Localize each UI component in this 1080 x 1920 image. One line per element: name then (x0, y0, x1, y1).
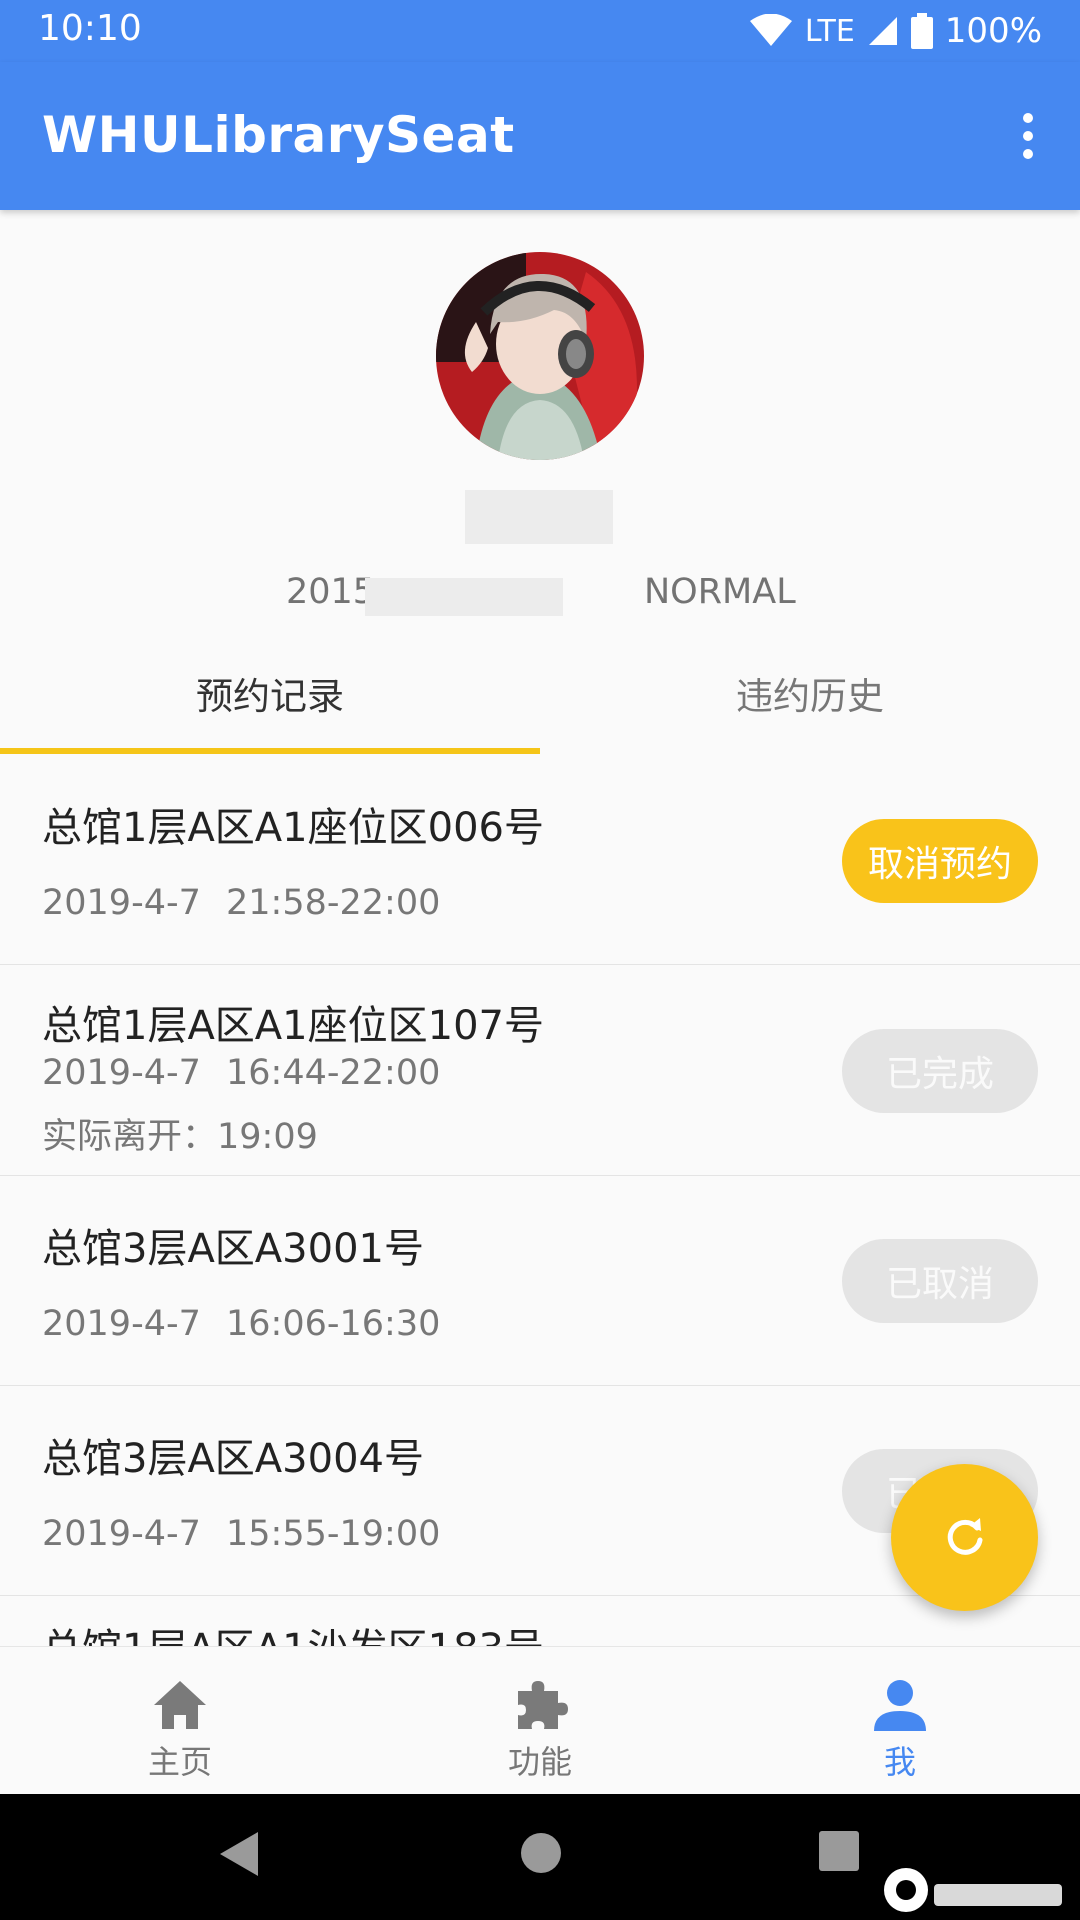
nav-item-me[interactable]: 我 (720, 1647, 1080, 1795)
status-badge: 已取消 (842, 1239, 1038, 1323)
list-item[interactable]: 总馆3层A区A3001号 2019-4-7 16:06-16:30 已取消 (0, 1176, 1080, 1386)
overflow-menu-button[interactable] (1004, 104, 1052, 168)
record-time: 2019-4-7 21:58-22:00 (42, 883, 441, 923)
battery-icon (910, 13, 933, 49)
student-id-redacted (365, 578, 563, 616)
battery-level: 100% (944, 11, 1042, 51)
record-location: 总馆3层A区A3004号 (42, 1436, 424, 1482)
nav-label: 主页 (147, 1743, 212, 1781)
home-icon (150, 1677, 210, 1733)
record-time: 2019-4-7 15:55-19:00 (42, 1514, 441, 1554)
record-time: 2019-4-7 16:44-22:00 (42, 1053, 441, 1093)
overflow-dot (1023, 149, 1033, 159)
home-button[interactable] (519, 1831, 563, 1879)
status-bar: 10:10 LTE 100% (0, 0, 1080, 62)
record-time: 2019-4-7 16:06-16:30 (42, 1304, 441, 1344)
app-title: WHULibrarySeat (42, 106, 515, 164)
overflow-dot (1023, 131, 1033, 141)
app-bar: WHULibrarySeat (0, 62, 1080, 210)
record-location: 总馆1层A区A1座位区006号 (42, 805, 544, 851)
status-time: 10:10 (38, 8, 142, 49)
puzzle-icon (510, 1677, 570, 1733)
refresh-button[interactable] (891, 1464, 1038, 1611)
record-location: 总馆3层A区A3001号 (42, 1226, 424, 1272)
tab-indicator (0, 748, 540, 754)
nav-item-functions[interactable]: 功能 (360, 1647, 720, 1795)
nav-item-home[interactable]: 主页 (0, 1647, 360, 1795)
system-navigation-bar (0, 1794, 1080, 1920)
tab-reservation-records[interactable]: 预约记录 (0, 666, 540, 720)
record-actual-leave: 实际离开：19:09 (42, 1117, 318, 1157)
status-indicators: LTE 100% (749, 6, 1042, 56)
list-item[interactable]: 总馆1层A区A1座位区006号 2019-4-7 21:58-22:00 取消预… (0, 755, 1080, 965)
wifi-icon (749, 14, 793, 48)
nav-label: 我 (883, 1743, 916, 1781)
overflow-dot (1023, 113, 1033, 123)
tab-violation-history[interactable]: 违约历史 (540, 666, 1080, 720)
cancel-reservation-button[interactable]: 取消预约 (842, 819, 1038, 903)
username-redacted (465, 490, 613, 544)
student-id: 2015 (286, 572, 376, 612)
cell-signal-icon (867, 15, 899, 47)
back-button[interactable] (216, 1828, 262, 1884)
avatar[interactable] (436, 252, 644, 460)
bottom-navigation: 主页 功能 我 (0, 1646, 1080, 1794)
record-location: 总馆1层A区A1座位区107号 (42, 1003, 544, 1049)
status-badge: 已完成 (842, 1029, 1038, 1113)
user-role: NORMAL (644, 572, 796, 612)
list-item[interactable]: 总馆1层A区A1座位区107号 2019-4-7 16:44-22:00 实际离… (0, 965, 1080, 1176)
network-type: LTE (804, 13, 855, 49)
person-icon (870, 1677, 930, 1733)
refresh-icon (943, 1514, 987, 1562)
nav-label: 功能 (507, 1743, 572, 1781)
recents-button[interactable] (818, 1830, 860, 1876)
watermark-logo (874, 1860, 1074, 1916)
